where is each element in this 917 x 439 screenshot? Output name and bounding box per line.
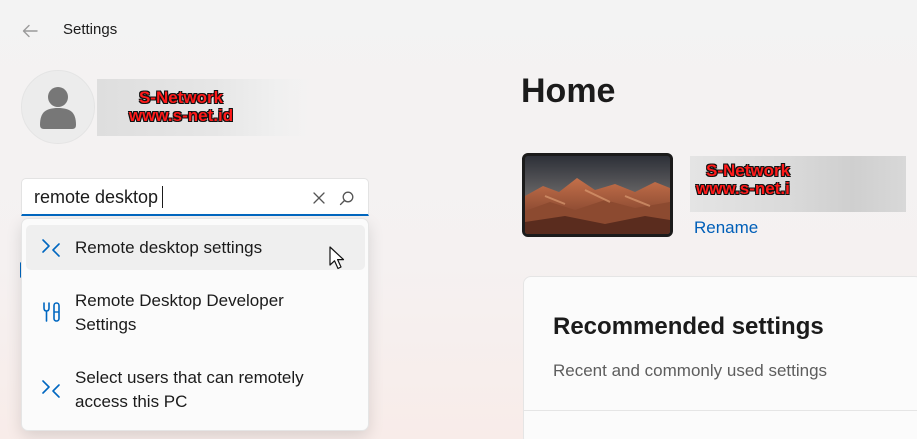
watermark-line: S-Network: [706, 161, 791, 180]
watermark-right: S-Network www.s-net.i: [696, 162, 796, 198]
suggestion-label: Remote desktop settings: [75, 238, 263, 257]
search-input[interactable]: [34, 186, 294, 208]
watermark-line: www.s-net.i: [696, 179, 790, 198]
page-title: Home: [521, 72, 616, 110]
close-icon: [313, 192, 325, 204]
text-caret: [162, 186, 163, 208]
back-arrow-icon: [22, 24, 38, 38]
developer-tools-icon: [43, 302, 60, 322]
watermark-line: S-Network: [138, 88, 224, 107]
divider: [524, 410, 917, 411]
desert-landscape-image: [525, 156, 670, 234]
rename-link[interactable]: Rename: [694, 218, 758, 238]
search-box[interactable]: [21, 178, 369, 216]
user-icon: [40, 87, 76, 129]
watermark-line: www.s-net.id: [128, 106, 234, 125]
watermark-left: S-Network www.s-net.id: [126, 89, 236, 125]
device-wallpaper-thumbnail[interactable]: [522, 153, 673, 237]
card-title: Recommended settings: [553, 313, 824, 340]
suggestion-remote-desktop-settings[interactable]: Remote desktop settings: [26, 225, 365, 270]
card-subtitle: Recent and commonly used settings: [553, 361, 828, 380]
remote-desktop-icon: [42, 380, 60, 398]
search-button[interactable]: [335, 188, 357, 208]
mouse-pointer-icon: [329, 246, 345, 270]
clear-search-button[interactable]: [309, 188, 329, 208]
suggestion-label: Select users that can remotely access th…: [75, 368, 304, 411]
search-icon: [339, 191, 353, 205]
back-button[interactable]: [18, 20, 42, 42]
title-bar: Settings: [0, 0, 917, 62]
remote-desktop-icon: [42, 239, 60, 257]
suggestion-remote-desktop-developer-settings[interactable]: Remote Desktop Developer Settings: [26, 281, 365, 343]
suggestion-label: Remote Desktop Developer Settings: [75, 291, 284, 334]
avatar[interactable]: [21, 70, 95, 144]
search-suggestions: Remote desktop settings Remote Desktop D…: [21, 218, 369, 431]
app-title: Settings: [63, 21, 118, 38]
suggestion-select-users-remote[interactable]: Select users that can remotely access th…: [26, 358, 365, 420]
recommended-settings-card: Recommended settings Recent and commonly…: [523, 276, 917, 439]
